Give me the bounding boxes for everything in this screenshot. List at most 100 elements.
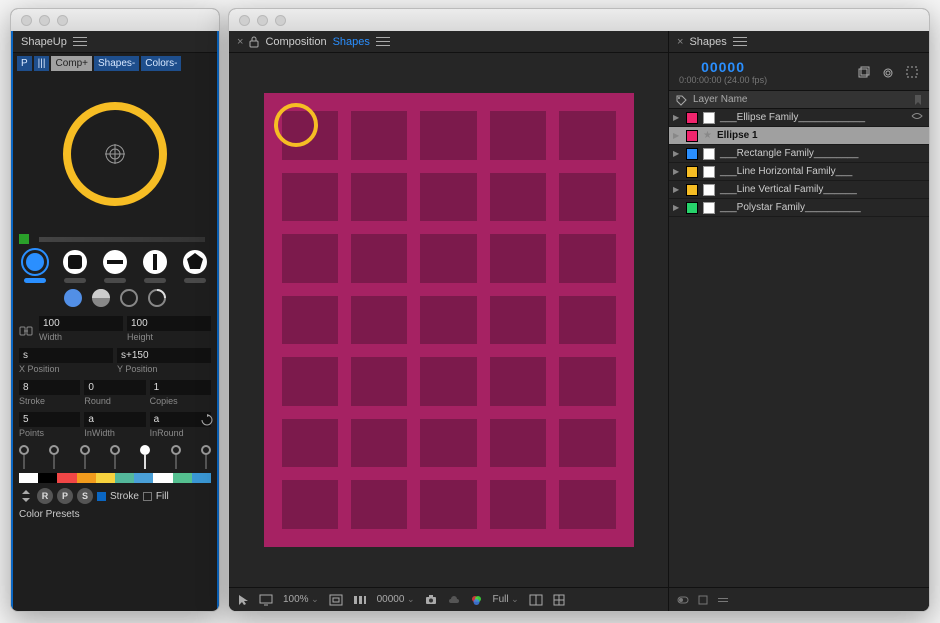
- camera-icon[interactable]: [424, 594, 438, 606]
- r-button[interactable]: R: [37, 488, 53, 504]
- swatch-6[interactable]: [134, 473, 153, 483]
- swatch-8[interactable]: [173, 473, 192, 483]
- label-color[interactable]: [686, 112, 698, 124]
- titlebar[interactable]: [11, 9, 219, 31]
- pin-7[interactable]: [201, 445, 211, 455]
- height-input[interactable]: [127, 316, 211, 331]
- shy-icon[interactable]: [911, 111, 923, 124]
- round-input[interactable]: [84, 380, 145, 395]
- zoom-icon[interactable]: [57, 15, 68, 26]
- layer-row[interactable]: ▶___Ellipse Family____________: [669, 109, 929, 127]
- channels-icon[interactable]: [353, 595, 367, 605]
- display-icon[interactable]: [259, 594, 273, 606]
- layer-row[interactable]: ▶___Line Vertical Family______: [669, 181, 929, 199]
- swatch-7[interactable]: [153, 473, 172, 483]
- tab-close-icon[interactable]: ×: [677, 36, 683, 48]
- cursor-icon[interactable]: [237, 594, 249, 606]
- gradient-bar[interactable]: [39, 237, 205, 242]
- swatch-3[interactable]: [77, 473, 96, 483]
- twirl-icon[interactable]: ▶: [673, 149, 681, 158]
- twirl-icon[interactable]: ▶: [673, 185, 681, 194]
- close-icon[interactable]: [239, 15, 250, 26]
- label-color[interactable]: [686, 184, 698, 196]
- hline-shape-button[interactable]: [101, 248, 129, 276]
- p-button[interactable]: P: [57, 488, 73, 504]
- swatch-9[interactable]: [192, 473, 211, 483]
- circle-shape-button[interactable]: [21, 248, 49, 276]
- pin-3[interactable]: [80, 445, 90, 455]
- hamburger-icon[interactable]: [73, 37, 87, 46]
- swatch-4[interactable]: [96, 473, 115, 483]
- rgb-icon[interactable]: [470, 594, 482, 606]
- twirl-icon[interactable]: ▶: [673, 113, 681, 122]
- layer-swatch[interactable]: [703, 202, 715, 214]
- layer-swatch[interactable]: [703, 166, 715, 178]
- resolution-dropdown[interactable]: Full: [492, 594, 518, 605]
- view-icon[interactable]: [529, 594, 543, 606]
- updown-icon[interactable]: [19, 489, 33, 503]
- copies-input[interactable]: [150, 380, 211, 395]
- frame-icon[interactable]: [697, 594, 709, 606]
- ypos-input[interactable]: [117, 348, 211, 363]
- mode-btn-3[interactable]: Shapes-: [94, 56, 139, 71]
- timecode-big[interactable]: 00000: [679, 59, 767, 75]
- grid-icon[interactable]: [553, 594, 565, 606]
- swatch-2[interactable]: [57, 473, 76, 483]
- stroke-input[interactable]: [19, 380, 80, 395]
- pin-6[interactable]: [171, 445, 181, 455]
- collapse-icon[interactable]: [717, 594, 729, 606]
- switch-icon[interactable]: [677, 594, 689, 606]
- layer-row[interactable]: ▶___Rectangle Family________: [669, 145, 929, 163]
- hamburger-icon[interactable]: [376, 37, 390, 46]
- ellipse-shape[interactable]: [274, 103, 318, 147]
- pin-4[interactable]: [110, 445, 120, 455]
- region-icon[interactable]: [329, 594, 343, 606]
- mode-btn-4[interactable]: Colors-: [141, 56, 181, 71]
- layers-icon[interactable]: [857, 65, 871, 79]
- label-color[interactable]: [686, 166, 698, 178]
- label-color[interactable]: [686, 148, 698, 160]
- comp-icon[interactable]: [905, 65, 919, 79]
- layer-row[interactable]: ▶★Ellipse 1: [669, 127, 929, 145]
- polygon-shape-button[interactable]: [181, 248, 209, 276]
- xpos-input[interactable]: [19, 348, 113, 363]
- fill-arc-button[interactable]: [146, 287, 168, 309]
- mode-btn-1[interactable]: |||: [34, 56, 50, 71]
- pin-1[interactable]: [19, 445, 29, 455]
- titlebar[interactable]: [229, 9, 929, 31]
- pin-5-active[interactable]: [140, 445, 150, 455]
- label-color[interactable]: [686, 130, 698, 142]
- zoom-dropdown[interactable]: 100%: [283, 594, 319, 605]
- inwidth-input[interactable]: [84, 412, 145, 427]
- snail-icon[interactable]: [881, 65, 895, 79]
- fill-outline-button[interactable]: [118, 287, 140, 309]
- hamburger-icon[interactable]: [733, 37, 747, 46]
- minimize-icon[interactable]: [257, 15, 268, 26]
- layer-row[interactable]: ▶___Polystar Family__________: [669, 199, 929, 217]
- vline-shape-button[interactable]: [141, 248, 169, 276]
- minimize-icon[interactable]: [39, 15, 50, 26]
- twirl-icon[interactable]: ▶: [673, 131, 681, 140]
- points-input[interactable]: [19, 412, 80, 427]
- s-button[interactable]: S: [77, 488, 93, 504]
- zoom-icon[interactable]: [275, 15, 286, 26]
- twirl-icon[interactable]: ▶: [673, 167, 681, 176]
- refresh-icon[interactable]: [201, 414, 213, 426]
- rounded-rect-shape-button[interactable]: [61, 248, 89, 276]
- bookmark-icon[interactable]: [913, 94, 923, 106]
- pin-2[interactable]: [49, 445, 59, 455]
- layer-swatch[interactable]: [703, 184, 715, 196]
- comp-title-b[interactable]: Shapes: [333, 36, 370, 48]
- swatch-1[interactable]: [38, 473, 57, 483]
- swatch-row[interactable]: [19, 473, 211, 483]
- twirl-icon[interactable]: ▶: [673, 203, 681, 212]
- fill-half-button[interactable]: [90, 287, 112, 309]
- lock-icon[interactable]: [249, 36, 259, 48]
- timecode-status[interactable]: 00000: [377, 594, 415, 605]
- layer-swatch[interactable]: [703, 148, 715, 160]
- cloud-icon[interactable]: [448, 594, 460, 606]
- fill-solid-button[interactable]: [62, 287, 84, 309]
- link-icon[interactable]: [19, 324, 33, 338]
- mode-btn-2[interactable]: Comp+: [51, 56, 92, 71]
- stroke-checkbox[interactable]: [97, 492, 106, 501]
